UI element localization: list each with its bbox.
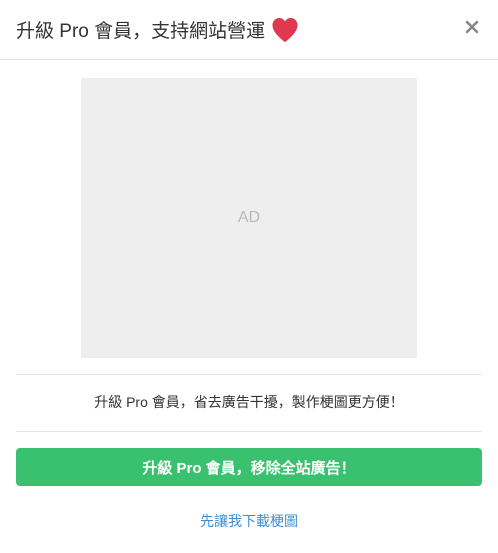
ad-placeholder[interactable]: AD (81, 78, 417, 358)
upgrade-modal: 升級 Pro 會員，支持網站營運 AD 升級 Pro 會員，省去廣告干擾，製作梗… (0, 0, 498, 553)
close-button[interactable] (462, 17, 482, 41)
modal-title: 升級 Pro 會員，支持網站營運 (16, 16, 299, 43)
heart-icon (271, 17, 299, 43)
upgrade-pro-button[interactable]: 升級 Pro 會員，移除全站廣告！ (16, 448, 482, 486)
modal-header: 升級 Pro 會員，支持網站營運 (0, 0, 498, 60)
close-icon (465, 20, 479, 39)
divider (16, 431, 482, 432)
upgrade-pro-button-label: 升級 Pro 會員，移除全站廣告！ (142, 459, 356, 477)
promo-text: 升級 Pro 會員，省去廣告干擾，製作梗圖更方便！ (94, 394, 404, 410)
ad-label: AD (237, 209, 261, 226)
divider (16, 374, 482, 375)
download-first-link[interactable]: 先讓我下載梗圖 (0, 511, 498, 531)
modal-title-text: 升級 Pro 會員，支持網站營運 (16, 21, 266, 42)
